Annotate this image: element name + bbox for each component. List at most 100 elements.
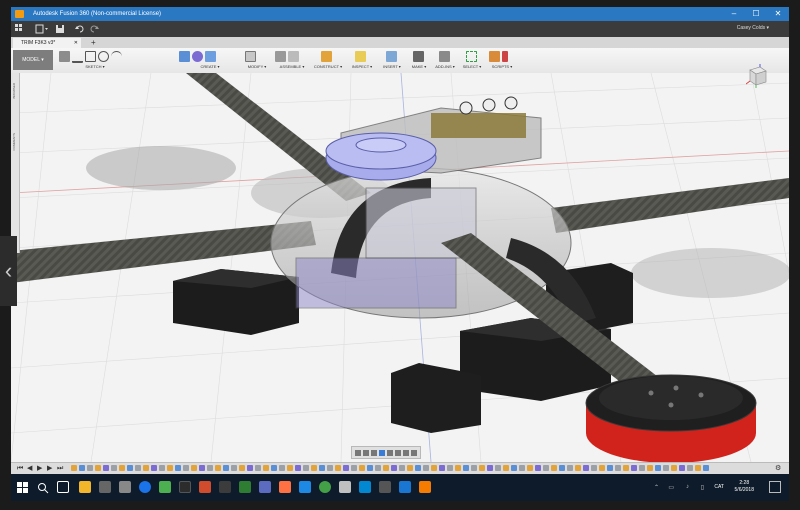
app-icon-blue[interactable] xyxy=(259,481,271,493)
box-icon[interactable] xyxy=(205,51,216,62)
app-icon-dark[interactable] xyxy=(219,481,231,493)
speaker-icon[interactable]: ♪ xyxy=(686,484,689,490)
fusion-active-icon[interactable] xyxy=(419,481,431,493)
new-tab-button[interactable]: + xyxy=(91,37,96,48)
timeline-feature-icon[interactable] xyxy=(615,465,621,471)
timeline-feature-icon[interactable] xyxy=(351,465,357,471)
close-tab-icon[interactable]: ✕ xyxy=(74,38,78,48)
timeline-feature-icon[interactable] xyxy=(551,465,557,471)
timeline-feature-icon[interactable] xyxy=(607,465,613,471)
timeline-settings-icon[interactable]: ⚙ xyxy=(775,465,781,473)
view-cube-icon[interactable] xyxy=(745,64,768,88)
pinned-app-icon[interactable] xyxy=(99,481,111,493)
joint-icon[interactable] xyxy=(288,51,299,62)
close-button[interactable]: ✕ xyxy=(767,7,789,21)
minimize-button[interactable]: – xyxy=(723,7,745,21)
task-view-icon[interactable] xyxy=(57,481,69,493)
search-icon[interactable] xyxy=(37,481,49,494)
timeline-feature-icon[interactable] xyxy=(655,465,661,471)
timeline-feature-icon[interactable] xyxy=(279,465,285,471)
timeline-feature-icon[interactable] xyxy=(255,465,261,471)
timeline-feature-icon[interactable] xyxy=(135,465,141,471)
timeline-feature-icon[interactable] xyxy=(631,465,637,471)
timeline-feature-icon[interactable] xyxy=(71,465,77,471)
drone-model-scene[interactable] xyxy=(11,73,789,462)
app-icon-mail[interactable] xyxy=(379,481,391,493)
network-icon[interactable]: ▭ xyxy=(668,484,674,491)
timeline-feature-icon[interactable] xyxy=(223,465,229,471)
previous-image-arrow[interactable]: ‹ xyxy=(0,236,17,306)
orbit-icon[interactable] xyxy=(355,449,361,456)
timeline-feature-icon[interactable] xyxy=(543,465,549,471)
timeline-feature-icon[interactable] xyxy=(111,465,117,471)
windows-start-icon[interactable] xyxy=(17,481,29,493)
modify-group[interactable]: MODIFY ▾ xyxy=(245,50,269,71)
browser-panel[interactable]: BROWSER COMMENTS xyxy=(11,73,20,253)
comments-label[interactable]: COMMENTS xyxy=(12,133,16,151)
look-at-icon[interactable] xyxy=(363,449,369,456)
grid-settings-icon[interactable] xyxy=(403,449,409,456)
document-tab[interactable]: TRIM F3K3 v3* ✕ xyxy=(13,38,81,48)
grid-icon[interactable] xyxy=(15,24,25,34)
view-cube[interactable] xyxy=(745,64,768,88)
app-icon-round[interactable] xyxy=(319,481,331,493)
timeline-feature-icon[interactable] xyxy=(415,465,421,471)
extrude-icon[interactable] xyxy=(179,51,190,62)
timeline-feature-icon[interactable] xyxy=(575,465,581,471)
timeline-feature-icon[interactable] xyxy=(311,465,317,471)
battery-icon[interactable]: ▯ xyxy=(701,484,704,491)
timeline-feature-icon[interactable] xyxy=(479,465,485,471)
timeline-feature-icon[interactable] xyxy=(359,465,365,471)
timeline-feature-icon[interactable] xyxy=(703,465,709,471)
timeline-feature-icon[interactable] xyxy=(671,465,677,471)
timeline-feature-icon[interactable] xyxy=(175,465,181,471)
app-icon-skyblue[interactable] xyxy=(299,481,311,493)
timeline-feature-icon[interactable] xyxy=(231,465,237,471)
timeline-feature-icon[interactable] xyxy=(471,465,477,471)
timeline-feature-icon[interactable] xyxy=(495,465,501,471)
measure-icon[interactable] xyxy=(355,51,366,62)
timeline-feature-icon[interactable] xyxy=(207,465,213,471)
app-icon-grey[interactable] xyxy=(339,481,351,493)
model-viewport[interactable] xyxy=(11,73,789,462)
fusion-taskbar-icon[interactable] xyxy=(399,481,411,493)
timeline-feature-icon[interactable] xyxy=(583,465,589,471)
timeline-feature-icon[interactable] xyxy=(559,465,565,471)
timeline-feature-icon[interactable] xyxy=(119,465,125,471)
rectangle-icon[interactable] xyxy=(85,51,96,62)
timeline-feature-icon[interactable] xyxy=(399,465,405,471)
fit-icon[interactable] xyxy=(387,449,393,456)
timeline-feature-icon[interactable] xyxy=(367,465,373,471)
pan-icon[interactable] xyxy=(371,449,377,456)
redo-icon[interactable] xyxy=(89,24,99,34)
timeline-feature-icon[interactable] xyxy=(599,465,605,471)
sketch-group[interactable]: SKETCH ▾ xyxy=(59,50,131,71)
offset-plane-icon[interactable] xyxy=(321,51,332,62)
timeline-feature-icon[interactable] xyxy=(375,465,381,471)
action-center-icon[interactable] xyxy=(769,481,781,493)
timeline-feature-icon[interactable] xyxy=(95,465,101,471)
timeline-end-button[interactable]: ⏭ xyxy=(57,465,63,473)
input-language[interactable]: CAT xyxy=(714,484,724,490)
assemble-group[interactable]: ASSEMBLE ▾ xyxy=(275,50,309,71)
photoshop-icon[interactable] xyxy=(199,481,211,493)
line-icon[interactable] xyxy=(72,50,83,63)
circle-icon[interactable] xyxy=(98,51,109,62)
timeline-feature-icon[interactable] xyxy=(239,465,245,471)
timeline-feature-icon[interactable] xyxy=(183,465,189,471)
timeline-feature-icon[interactable] xyxy=(127,465,133,471)
timeline-feature-icon[interactable] xyxy=(271,465,277,471)
viewports-icon[interactable] xyxy=(411,449,417,456)
press-pull-icon[interactable] xyxy=(245,51,256,62)
timeline-feature-icon[interactable] xyxy=(487,465,493,471)
scripts-icon[interactable] xyxy=(502,51,508,62)
timeline-feature-icon[interactable] xyxy=(503,465,509,471)
timeline-start-button[interactable]: ⏮ xyxy=(17,465,23,473)
timeline-feature-icon[interactable] xyxy=(319,465,325,471)
timeline-feature-icon[interactable] xyxy=(455,465,461,471)
timeline-feature-icon[interactable] xyxy=(623,465,629,471)
timeline-feature-icon[interactable] xyxy=(463,465,469,471)
3d-print-icon[interactable] xyxy=(413,51,424,62)
select-group[interactable]: SELECT ▾ xyxy=(459,50,485,71)
make-group[interactable]: MAKE ▾ xyxy=(407,50,431,71)
